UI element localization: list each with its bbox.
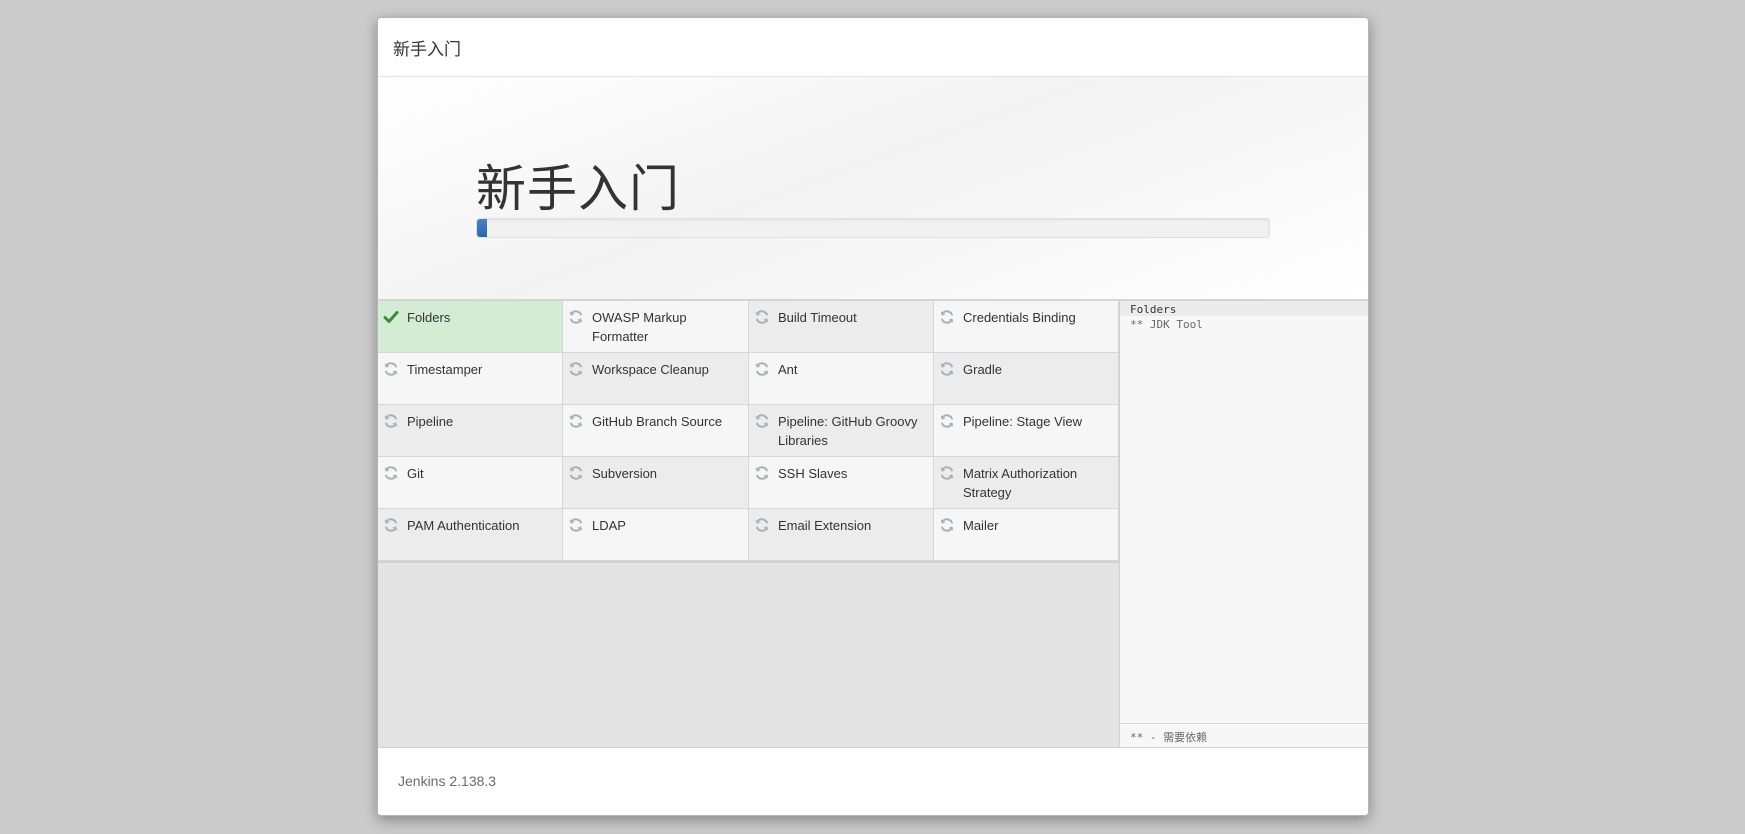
refresh-icon bbox=[755, 466, 769, 480]
refresh-icon bbox=[755, 362, 769, 376]
plugin-item: Folders bbox=[378, 301, 563, 353]
refresh-icon bbox=[940, 518, 954, 532]
plugin-item: Timestamper bbox=[378, 353, 563, 405]
plugin-list-area: Folders OWASP Markup Formatter Build Timeo… bbox=[378, 301, 1120, 747]
refresh-icon bbox=[940, 362, 954, 376]
log-line: Folders bbox=[1120, 301, 1368, 316]
dialog-title: 新手入门 bbox=[393, 40, 461, 59]
refresh-icon bbox=[384, 518, 398, 532]
refresh-icon bbox=[569, 518, 583, 532]
plugin-name: SSH Slaves bbox=[778, 466, 848, 481]
plugin-item: Build Timeout bbox=[749, 301, 934, 353]
refresh-icon bbox=[384, 466, 398, 480]
setup-wizard-dialog: 新手入门 新手入门 Folders OWASP Markup Formatter B… bbox=[377, 17, 1369, 816]
plugin-name: Ant bbox=[778, 362, 798, 377]
plugin-item: Email Extension bbox=[749, 509, 934, 561]
plugin-item: Gradle bbox=[934, 353, 1119, 405]
refresh-icon bbox=[755, 518, 769, 532]
plugin-name: Pipeline: GitHub Groovy Libraries bbox=[778, 414, 918, 448]
plugin-item: Subversion bbox=[563, 457, 749, 509]
plugin-item: Pipeline bbox=[378, 405, 563, 457]
refresh-icon bbox=[940, 414, 954, 428]
plugin-name: Subversion bbox=[592, 466, 658, 481]
plugin-name: Pipeline bbox=[407, 414, 454, 429]
plugin-item: Mailer bbox=[934, 509, 1119, 561]
plugin-name: Credentials Binding bbox=[963, 310, 1076, 325]
refresh-icon bbox=[755, 310, 769, 324]
plugin-item: LDAP bbox=[563, 509, 749, 561]
plugin-name: GitHub Branch Source bbox=[592, 414, 723, 429]
plugin-name: Git bbox=[407, 466, 424, 481]
spinner-icon bbox=[755, 414, 769, 428]
check-icon bbox=[383, 311, 399, 323]
log-legend: ** - 需要依赖 bbox=[1120, 723, 1368, 747]
plugin-name: Build Timeout bbox=[778, 310, 857, 325]
plugin-name: Folders bbox=[407, 310, 451, 325]
plugin-item: SSH Slaves bbox=[749, 457, 934, 509]
plugin-item: Matrix Authorization Strategy bbox=[934, 457, 1119, 509]
plugin-name: Gradle bbox=[963, 362, 1003, 377]
refresh-icon bbox=[569, 466, 583, 480]
plugin-item: Pipeline: GitHub Groovy Libraries bbox=[749, 405, 934, 457]
plugin-item: PAM Authentication bbox=[378, 509, 563, 561]
log-line: ** JDK Tool bbox=[1130, 318, 1203, 331]
plugin-name: Timestamper bbox=[407, 362, 483, 377]
hero-panel: 新手入门 bbox=[378, 77, 1368, 301]
plugin-item: Git bbox=[378, 457, 563, 509]
plugin-grid: Folders OWASP Markup Formatter Build Timeo… bbox=[378, 301, 1119, 563]
plugin-name: Workspace Cleanup bbox=[592, 362, 709, 377]
refresh-icon bbox=[384, 362, 398, 376]
install-progress-bar bbox=[476, 218, 1270, 238]
dialog-header: 新手入门 bbox=[378, 18, 1368, 77]
refresh-icon bbox=[569, 310, 583, 324]
plugin-name: OWASP Markup Formatter bbox=[592, 310, 687, 344]
spinner-icon bbox=[384, 414, 398, 428]
install-log: Folders ** JDK Tool ** - 需要依赖 bbox=[1120, 301, 1368, 747]
plugin-item: OWASP Markup Formatter bbox=[563, 301, 749, 353]
progress-fill bbox=[477, 219, 487, 237]
plugin-name: PAM Authentication bbox=[407, 518, 520, 533]
plugin-name: Email Extension bbox=[778, 518, 872, 533]
refresh-icon bbox=[569, 362, 583, 376]
plugin-item: GitHub Branch Source bbox=[563, 405, 749, 457]
plugin-name: LDAP bbox=[592, 518, 626, 533]
plugin-name: Mailer bbox=[963, 518, 999, 533]
plugin-item: Pipeline: Stage View bbox=[934, 405, 1119, 457]
plugin-item: Ant bbox=[749, 353, 934, 405]
plugin-name: Pipeline: Stage View bbox=[963, 414, 1083, 429]
refresh-icon bbox=[940, 466, 954, 480]
jenkins-version: Jenkins 2.138.3 bbox=[398, 773, 497, 789]
plugin-item: Credentials Binding bbox=[934, 301, 1119, 353]
plugin-item: Workspace Cleanup bbox=[563, 353, 749, 405]
page-title: 新手入门 bbox=[476, 161, 680, 217]
plugin-name: Matrix Authorization Strategy bbox=[963, 466, 1078, 500]
refresh-icon bbox=[569, 414, 583, 428]
refresh-icon bbox=[940, 310, 954, 324]
dialog-footer: Jenkins 2.138.3 bbox=[378, 747, 1368, 815]
